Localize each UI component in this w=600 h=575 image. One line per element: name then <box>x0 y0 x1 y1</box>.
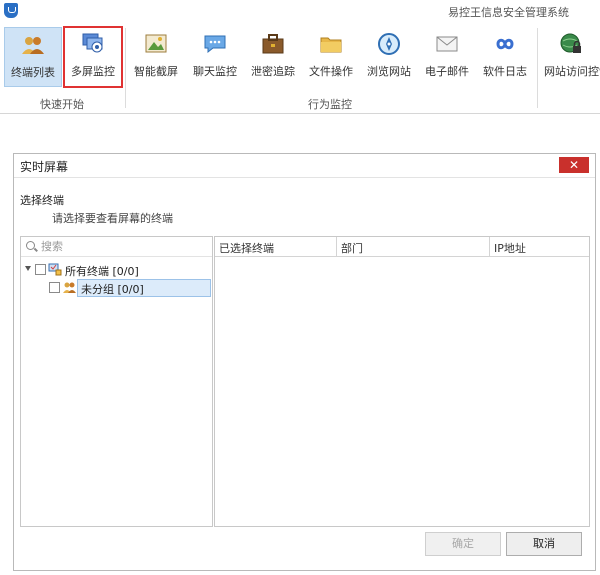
tree-node-all-terminals[interactable]: 所有终端 [0/0] <box>21 261 211 279</box>
infinity-icon <box>496 38 514 50</box>
dialog-title: 实时屏幕 <box>20 160 69 174</box>
column-header-department[interactable]: 部门 <box>337 237 490 257</box>
tool-label: 电子邮件 <box>425 65 469 78</box>
tool-label: 泄密追踪 <box>251 65 295 78</box>
browse-website-button[interactable]: 浏览网站 <box>360 27 418 87</box>
tool-label: 软件日志 <box>483 65 527 78</box>
group-label-quick-start: 快速开始 <box>40 98 84 111</box>
group-label-behavior-monitor: 行为监控 <box>308 98 352 111</box>
column-header-selected-terminal[interactable]: 已选择终端 <box>215 237 337 257</box>
leak-trace-button[interactable]: 泄密追踪 <box>244 27 302 87</box>
tool-label: 终端列表 <box>11 66 55 79</box>
users-group-icon <box>63 282 76 293</box>
section-subtitle: 请选择要查看屏幕的终端 <box>52 212 173 225</box>
multi-screen-icon <box>82 33 103 53</box>
close-button[interactable]: ✕ <box>559 157 589 173</box>
selected-terminals-table: 已选择终端 部门 IP地址 <box>214 236 590 527</box>
dialog-title-bar: 实时屏幕 ✕ <box>14 154 595 178</box>
computer-network-icon <box>48 263 62 276</box>
tool-label: 聊天监控 <box>193 65 237 78</box>
checkbox[interactable] <box>35 264 46 275</box>
realtime-screen-dialog: 实时屏幕 ✕ 选择终端 请选择要查看屏幕的终端 所有终端 [0/0] <box>13 153 596 571</box>
close-icon: ✕ <box>568 158 580 172</box>
globe-lock-icon <box>560 33 581 53</box>
tree-node-label: 未分组 [0/0] <box>81 283 144 296</box>
tool-label: 智能截屏 <box>134 65 178 78</box>
expand-arrow-icon[interactable] <box>25 266 31 271</box>
chat-monitor-button[interactable]: 聊天监控 <box>186 27 244 87</box>
users-group-icon <box>22 37 44 54</box>
tool-label: 文件操作 <box>309 65 353 78</box>
smart-screenshot-button[interactable]: 智能截屏 <box>127 27 185 87</box>
ribbon-toolbar: 终端列表 多屏监控 智能截屏 聊天监控 泄密追踪 文件操作 浏览网站 电子邮件 … <box>0 22 600 114</box>
group-divider <box>125 28 126 108</box>
tree-node-ungrouped[interactable]: 未分组 [0/0] <box>21 279 211 297</box>
title-bar: 易控王信息安全管理系统 <box>0 0 600 22</box>
group-divider <box>537 28 538 108</box>
search-input[interactable] <box>41 239 201 254</box>
app-title: 易控王信息安全管理系统 <box>448 6 569 19</box>
chat-bubble-icon <box>204 35 226 54</box>
multi-screen-monitor-button[interactable]: 多屏监控 <box>63 26 123 88</box>
section-title: 选择终端 <box>20 194 64 207</box>
compass-icon <box>378 33 400 55</box>
tree-node-label: 所有终端 [0/0] <box>65 265 139 278</box>
tool-label: 浏览网站 <box>367 65 411 78</box>
ok-button[interactable]: 确定 <box>425 532 501 556</box>
website-access-control-button[interactable]: 网站访问控制 <box>542 27 600 87</box>
briefcase-icon <box>262 34 284 54</box>
shield-logo-icon <box>4 3 18 18</box>
checkbox[interactable] <box>49 282 60 293</box>
terminal-list-button[interactable]: 终端列表 <box>4 27 62 87</box>
tool-label: 多屏监控 <box>71 65 115 78</box>
tool-label: 网站访问控制 <box>544 65 600 78</box>
folder-icon <box>320 37 342 53</box>
email-button[interactable]: 电子邮件 <box>418 27 476 87</box>
column-header-ip-address[interactable]: IP地址 <box>490 237 589 257</box>
file-operation-button[interactable]: 文件操作 <box>302 27 360 87</box>
envelope-icon <box>436 36 458 52</box>
picture-icon <box>145 34 167 53</box>
software-log-button[interactable]: 软件日志 <box>476 27 534 87</box>
search-row <box>21 237 212 257</box>
cancel-button[interactable]: 取消 <box>506 532 582 556</box>
terminal-tree-panel: 所有终端 [0/0] 未分组 [0/0] <box>20 236 213 527</box>
search-icon <box>26 241 35 250</box>
